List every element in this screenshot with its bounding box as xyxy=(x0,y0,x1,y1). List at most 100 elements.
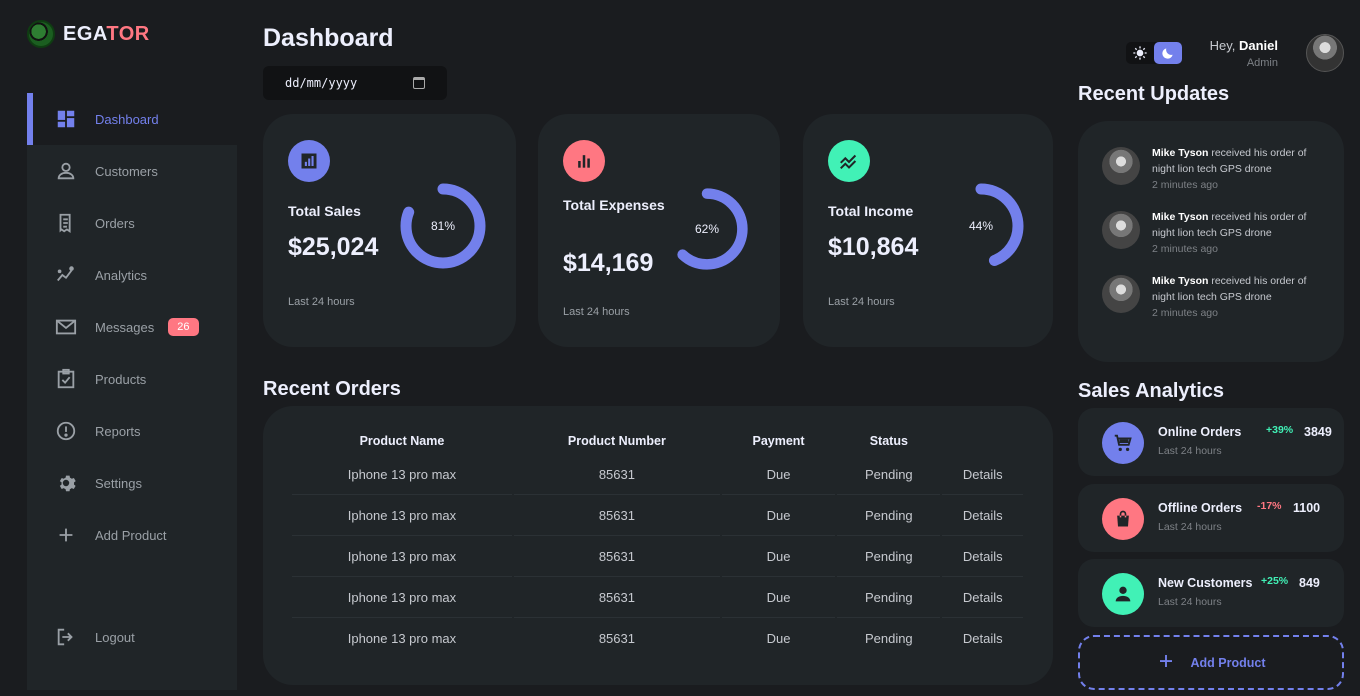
recent-orders-title: Recent Orders xyxy=(263,378,401,400)
user-name: Daniel xyxy=(1238,37,1278,53)
column-header-empty xyxy=(942,428,1023,454)
sales-item-subtitle: Last 24 hours xyxy=(1158,596,1222,608)
update-text: Mike Tyson received his order of night l… xyxy=(1152,211,1307,255)
sidebar: Dashboard Customers Orders Analytics Mes… xyxy=(27,93,237,690)
progress-percent: 81% xyxy=(430,219,456,233)
sun-icon[interactable] xyxy=(1126,42,1154,64)
update-time: 2 minutes ago xyxy=(1152,243,1218,255)
greeting: Hey, Daniel xyxy=(1209,37,1278,53)
insight-card-expenses: Total Expenses $14,169 Last 24 hours 62% xyxy=(538,114,780,347)
person-icon xyxy=(1102,573,1144,615)
sales-item-percent: -17% xyxy=(1257,500,1282,512)
theme-toggle[interactable] xyxy=(1125,42,1182,64)
sales-item-percent: +39% xyxy=(1266,424,1294,436)
details-link[interactable]: Details xyxy=(942,454,1023,495)
page-title: Dashboard xyxy=(263,24,394,52)
update-text: Mike Tyson received his order of night l… xyxy=(1152,147,1307,191)
person-icon xyxy=(55,160,77,182)
cell-product-number: 85631 xyxy=(513,536,720,577)
sales-item-offline-orders[interactable]: Offline Orders Last 24 hours -17% 1100 xyxy=(1078,484,1344,552)
cell-payment: Due xyxy=(721,577,836,618)
calendar-icon[interactable] xyxy=(413,77,425,89)
table-row: Iphone 13 pro max 85631 Due Pending Details xyxy=(292,495,1023,536)
sidebar-item-orders[interactable]: Orders xyxy=(27,197,237,249)
update-text: Mike Tyson received his order of night l… xyxy=(1152,275,1307,319)
sidebar-item-customers[interactable]: Customers xyxy=(27,145,237,197)
sidebar-item-label: Reports xyxy=(95,423,141,439)
avatar[interactable] xyxy=(1306,34,1344,72)
receipt-icon xyxy=(55,212,77,234)
sidebar-item-dashboard[interactable]: Dashboard xyxy=(27,93,237,145)
insight-footer: Last 24 hours xyxy=(828,296,895,308)
date-input[interactable]: dd/mm/yyyy xyxy=(263,66,447,100)
insight-footer: Last 24 hours xyxy=(288,296,355,308)
cell-product-name: Iphone 13 pro max xyxy=(347,631,457,646)
insight-title: Total Income xyxy=(828,203,914,219)
brand-logo-group[interactable]: EGATOR xyxy=(27,20,150,48)
add-product-button[interactable]: Add Product xyxy=(1078,635,1344,690)
sales-item-value: 849 xyxy=(1299,576,1320,590)
cell-status: Pending xyxy=(837,495,941,536)
sales-item-title: Online Orders xyxy=(1158,425,1242,439)
sidebar-item-label: Analytics xyxy=(95,267,148,283)
insight-card-sales: Total Sales $25,024 Last 24 hours 81% xyxy=(263,114,516,347)
sales-item-title: Offline Orders xyxy=(1158,501,1243,515)
update-item: Mike Tyson received his order of night l… xyxy=(1102,209,1324,257)
update-item: Mike Tyson received his order of night l… xyxy=(1102,273,1324,321)
sidebar-item-products[interactable]: Products xyxy=(27,353,237,405)
table-row: Iphone 13 pro max 85631 Due Pending Details xyxy=(292,536,1023,577)
sales-item-online-orders[interactable]: Online Orders Last 24 hours +39% 3849 xyxy=(1078,408,1344,476)
user-role: Admin xyxy=(1246,56,1278,69)
update-time: 2 minutes ago xyxy=(1152,179,1218,191)
cell-payment: Due xyxy=(766,631,791,646)
plus-icon xyxy=(1157,652,1175,673)
sidebar-item-messages[interactable]: Messages 26 xyxy=(27,301,237,353)
table-row: Iphone 13 pro max 85631 Due Pending Details xyxy=(292,454,1023,495)
sidebar-item-label: Add Product xyxy=(95,527,167,543)
sidebar-item-add-product[interactable]: Add Product xyxy=(27,509,237,561)
sidebar-item-settings[interactable]: Settings xyxy=(27,457,237,509)
sales-item-value: 3849 xyxy=(1304,425,1332,439)
bar-chart-icon xyxy=(563,140,605,182)
details-link[interactable]: Details xyxy=(942,618,1023,659)
sales-item-new-customers[interactable]: New Customers Last 24 hours +25% 849 xyxy=(1078,559,1344,627)
sidebar-item-analytics[interactable]: Analytics xyxy=(27,249,237,301)
logout-icon xyxy=(55,626,77,648)
recent-updates-card: Mike Tyson received his order of night l… xyxy=(1078,121,1344,362)
table-row: Iphone 13 pro max 85631 Due Pending Details xyxy=(292,577,1023,618)
sales-item-title: New Customers xyxy=(1158,576,1253,590)
column-header: Product Name xyxy=(359,434,445,448)
plus-icon xyxy=(55,524,77,546)
shopping-bag-icon xyxy=(1102,498,1144,540)
progress-percent: 62% xyxy=(694,222,720,236)
clipboard-check-icon xyxy=(55,368,77,390)
date-placeholder: dd/mm/yyyy xyxy=(285,76,358,90)
grid-icon xyxy=(55,108,77,130)
stocks-icon xyxy=(828,140,870,182)
avatar xyxy=(1102,211,1140,249)
insights-icon xyxy=(55,264,77,286)
cell-status: Pending xyxy=(837,454,941,495)
insight-title: Total Expenses xyxy=(563,197,665,213)
insight-footer: Last 24 hours xyxy=(563,306,630,318)
column-header: Product Number xyxy=(567,434,666,448)
insight-value: $10,864 xyxy=(828,233,919,261)
cell-status: Pending xyxy=(837,536,941,577)
insight-value: $14,169 xyxy=(563,249,654,277)
moon-icon[interactable] xyxy=(1153,42,1182,64)
update-time: 2 minutes ago xyxy=(1152,307,1218,319)
column-header: Payment xyxy=(752,434,805,448)
sidebar-item-logout[interactable]: Logout xyxy=(27,611,237,663)
cell-product-name: Iphone 13 pro max xyxy=(292,495,512,536)
sidebar-item-label: Settings xyxy=(95,475,142,491)
details-link[interactable]: Details xyxy=(942,536,1023,577)
progress-percent: 44% xyxy=(968,219,994,233)
sales-item-subtitle: Last 24 hours xyxy=(1158,445,1222,457)
sales-item-value: 1100 xyxy=(1293,501,1321,515)
details-link[interactable]: Details xyxy=(942,577,1023,618)
sales-analytics-title: Sales Analytics xyxy=(1078,380,1225,402)
sidebar-item-label: Customers xyxy=(95,163,158,179)
sidebar-item-reports[interactable]: Reports xyxy=(27,405,237,457)
details-link[interactable]: Details xyxy=(942,495,1023,536)
cell-product-number: 85631 xyxy=(513,577,720,618)
